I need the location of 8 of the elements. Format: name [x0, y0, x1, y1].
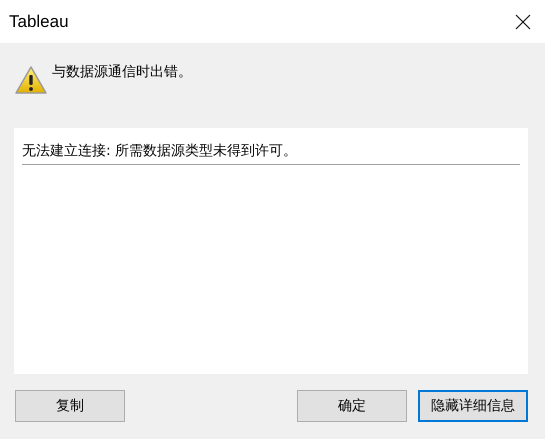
detail-text: 无法建立连接: 所需数据源类型未得到许可。	[22, 142, 520, 165]
warning-icon	[14, 65, 48, 95]
error-message: 与数据源通信时出错。	[52, 63, 192, 81]
hide-details-button[interactable]: 隐藏详细信息	[418, 390, 528, 422]
copy-button[interactable]: 复制	[15, 390, 125, 422]
close-icon[interactable]	[515, 14, 531, 30]
window-title: Tableau	[9, 12, 69, 32]
ok-button[interactable]: 确定	[297, 390, 407, 422]
